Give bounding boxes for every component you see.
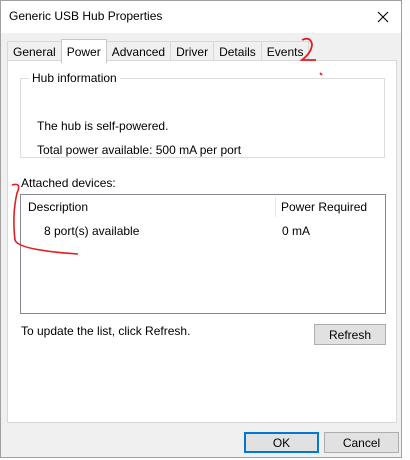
close-button[interactable] (371, 5, 395, 29)
tab-strip: General Power Advanced Driver Details Ev… (7, 39, 310, 63)
tab-label: Details (219, 44, 256, 59)
attached-devices-list[interactable]: Description Power Required 8 port(s) ava… (20, 194, 386, 314)
list-header: Description Power Required (21, 195, 385, 217)
update-instruction-text: To update the list, click Refresh. (21, 324, 191, 338)
background-window-edge (402, 0, 410, 460)
refresh-button[interactable]: Refresh (314, 324, 386, 345)
hub-information-group: Hub information The hub is self-powered.… (20, 71, 385, 158)
usb-hub-properties-dialog: Generic USB Hub Properties General Power… (0, 0, 402, 458)
tab-label: Driver (176, 44, 209, 59)
tab-power[interactable]: Power (60, 39, 107, 63)
list-item[interactable]: 8 port(s) available 0 mA (21, 219, 385, 239)
device-power-required: 0 mA (282, 224, 311, 238)
title-bar: Generic USB Hub Properties (1, 1, 401, 33)
total-power-text: Total power available: 500 mA per port (37, 143, 242, 157)
cancel-button[interactable]: Cancel (324, 432, 399, 453)
column-divider[interactable] (275, 197, 276, 217)
close-icon (377, 11, 389, 23)
window-title: Generic USB Hub Properties (9, 9, 163, 23)
tab-events[interactable]: Events (260, 41, 310, 61)
tab-label: Events (266, 44, 304, 59)
tab-label: Advanced (111, 44, 166, 59)
tab-details[interactable]: Details (213, 41, 262, 61)
column-header-power-required[interactable]: Power Required (281, 200, 367, 214)
device-description: 8 port(s) available (44, 224, 140, 238)
ok-button[interactable]: OK (244, 432, 319, 453)
column-header-description[interactable]: Description (28, 200, 88, 214)
attached-devices-label: Attached devices: (21, 176, 116, 190)
self-powered-text: The hub is self-powered. (37, 119, 169, 133)
power-tab-panel: Hub information The hub is self-powered.… (7, 60, 397, 423)
tab-driver[interactable]: Driver (170, 41, 215, 61)
tab-general[interactable]: General (7, 41, 62, 61)
tab-label: General (13, 44, 56, 59)
hub-information-legend: Hub information (29, 71, 120, 85)
tab-label: Power (66, 44, 101, 59)
tab-advanced[interactable]: Advanced (105, 41, 172, 61)
